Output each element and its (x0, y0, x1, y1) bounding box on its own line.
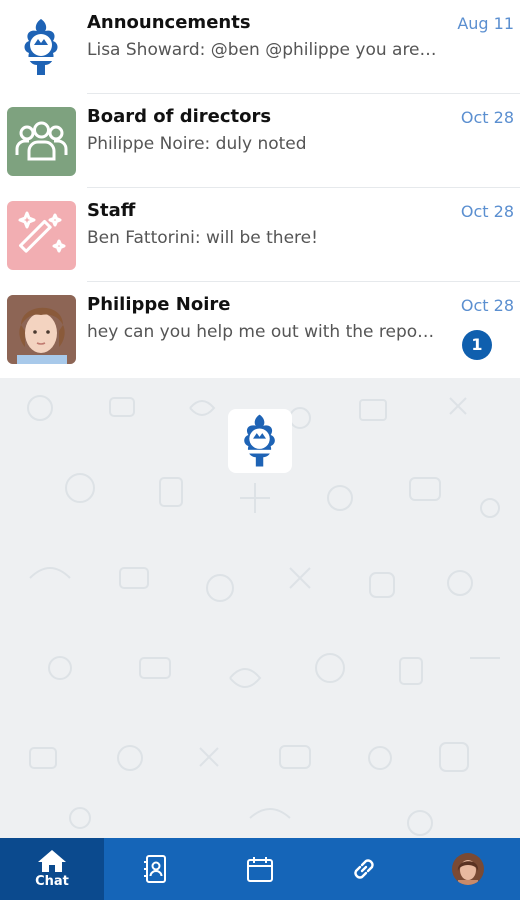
magic-wand-icon (7, 201, 76, 270)
tab-calendar[interactable] (208, 838, 312, 900)
chat-name: Announcements (87, 12, 251, 33)
calendar-icon (247, 857, 273, 882)
chat-preview: Lisa Showard: @ben @philippe you are … (87, 40, 437, 60)
chat-name: Board of directors (87, 106, 272, 127)
chat-name: Philippe Noire (87, 294, 231, 315)
chat-date: Oct 28 (460, 202, 514, 221)
unread-badge: 1 (462, 330, 492, 360)
chat-item-staff[interactable]: Staff Ben Fattorini: will be there! Oct … (0, 188, 520, 282)
bottom-tab-bar: Chat (0, 838, 520, 900)
chat-item-board-of-directors[interactable]: Board of directors Philippe Noire: duly … (0, 94, 520, 188)
tab-chat[interactable]: Chat (0, 838, 104, 900)
app-logo-icon (228, 409, 292, 473)
user-photo (7, 295, 76, 364)
group-icon (7, 107, 76, 176)
tab-label: Chat (35, 874, 69, 889)
org-logo-icon (7, 13, 76, 82)
chat-list: Announcements Lisa Showard: @ben @philip… (0, 0, 520, 378)
profile-avatar (452, 853, 484, 885)
link-icon (354, 859, 374, 879)
tab-links[interactable] (312, 838, 416, 900)
tab-profile[interactable] (416, 838, 520, 900)
home-icon (38, 850, 66, 872)
chat-date: Aug 11 (457, 14, 514, 33)
chat-preview: Ben Fattorini: will be there! (87, 228, 318, 248)
chat-date: Oct 28 (460, 296, 514, 315)
chat-item-announcements[interactable]: Announcements Lisa Showard: @ben @philip… (0, 0, 520, 94)
chat-preview: hey can you help me out with the repo… (87, 322, 435, 342)
chat-item-philippe-noire[interactable]: Philippe Noire hey can you help me out w… (0, 282, 520, 376)
chat-preview: Philippe Noire: duly noted (87, 134, 307, 154)
tab-contacts[interactable] (104, 838, 208, 900)
chat-name: Staff (87, 200, 136, 221)
chat-date: Oct 28 (460, 108, 514, 127)
contacts-icon (144, 855, 166, 883)
